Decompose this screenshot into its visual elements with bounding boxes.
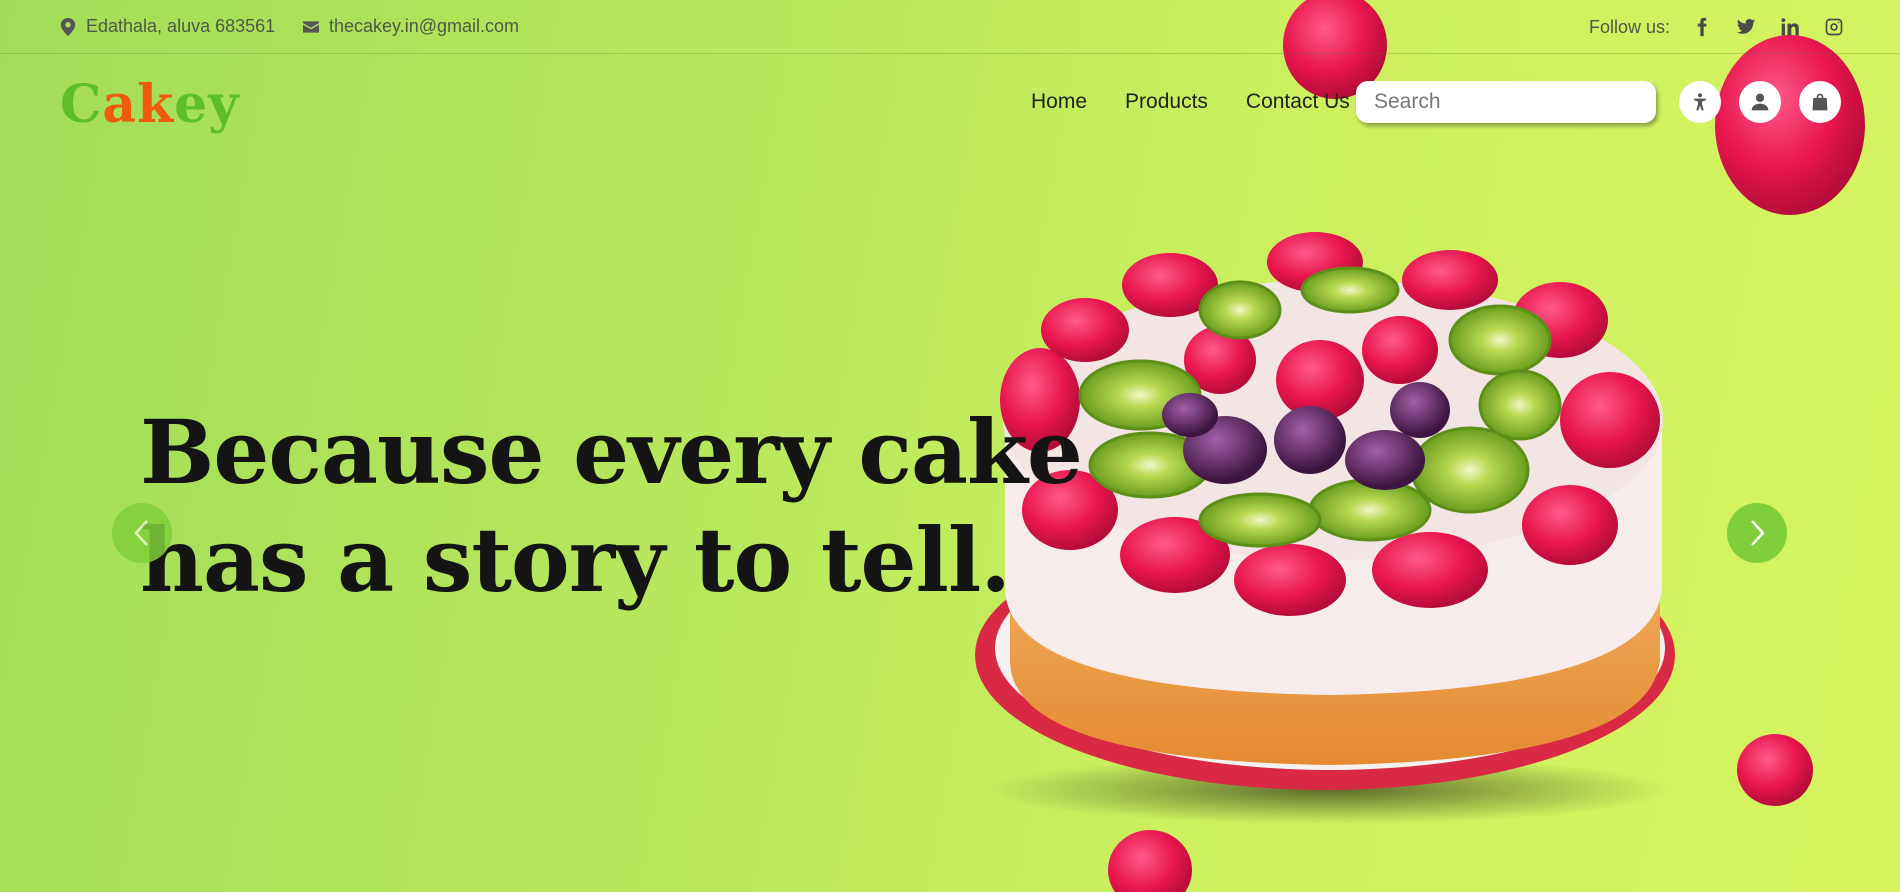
social-links	[1680, 14, 1856, 40]
address-item: Edathala, aluva 683561	[60, 16, 275, 37]
facebook-icon	[1697, 17, 1707, 37]
logo-letter: e	[174, 74, 209, 135]
user-icon	[1751, 93, 1769, 111]
top-bar: Edathala, aluva 683561 thecakey.in@gmail…	[0, 0, 1900, 54]
search-box	[1356, 81, 1656, 123]
cart-button[interactable]	[1799, 81, 1841, 123]
instagram-icon	[1825, 18, 1843, 36]
nav-contact-us[interactable]: Contact Us	[1246, 90, 1350, 114]
location-pin-icon	[60, 17, 76, 36]
main-nav: Home Products Contact Us	[1031, 90, 1350, 114]
nav-products[interactable]: Products	[1125, 90, 1208, 114]
email-text[interactable]: thecakey.in@gmail.com	[329, 16, 519, 37]
chevron-right-icon	[1751, 520, 1765, 546]
facebook-link[interactable]	[1680, 14, 1724, 40]
logo-letter: C	[60, 74, 103, 135]
email-item[interactable]: thecakey.in@gmail.com	[303, 16, 519, 37]
logo-letter: y	[208, 74, 240, 135]
carousel-prev-button[interactable]	[112, 503, 172, 563]
hero-line-1: Because every cake	[140, 400, 1083, 504]
nav-home[interactable]: Home	[1031, 90, 1087, 114]
shopping-bag-icon	[1812, 93, 1828, 111]
envelope-icon	[303, 20, 319, 33]
linkedin-link[interactable]	[1768, 14, 1812, 40]
search-input[interactable]	[1374, 90, 1645, 114]
logo-letter: a	[102, 74, 138, 135]
carousel-next-button[interactable]	[1727, 503, 1787, 563]
accessibility-button[interactable]	[1679, 81, 1721, 123]
logo-letter: k	[137, 74, 175, 135]
twitter-icon	[1736, 18, 1756, 34]
twitter-link[interactable]	[1724, 14, 1768, 40]
instagram-link[interactable]	[1812, 14, 1856, 40]
account-button[interactable]	[1739, 81, 1781, 123]
hero-headline: Because every cake has a story to tell.	[140, 398, 1083, 614]
hero-line-2: has a story to tell.	[140, 508, 1011, 612]
cakey-logo[interactable]: Cakey	[60, 74, 239, 135]
address-text: Edathala, aluva 683561	[86, 16, 276, 36]
follow-us-label: Follow us:	[1588, 17, 1670, 37]
accessibility-icon	[1694, 93, 1706, 111]
chevron-left-icon	[134, 520, 148, 546]
linkedin-icon	[1781, 18, 1799, 36]
